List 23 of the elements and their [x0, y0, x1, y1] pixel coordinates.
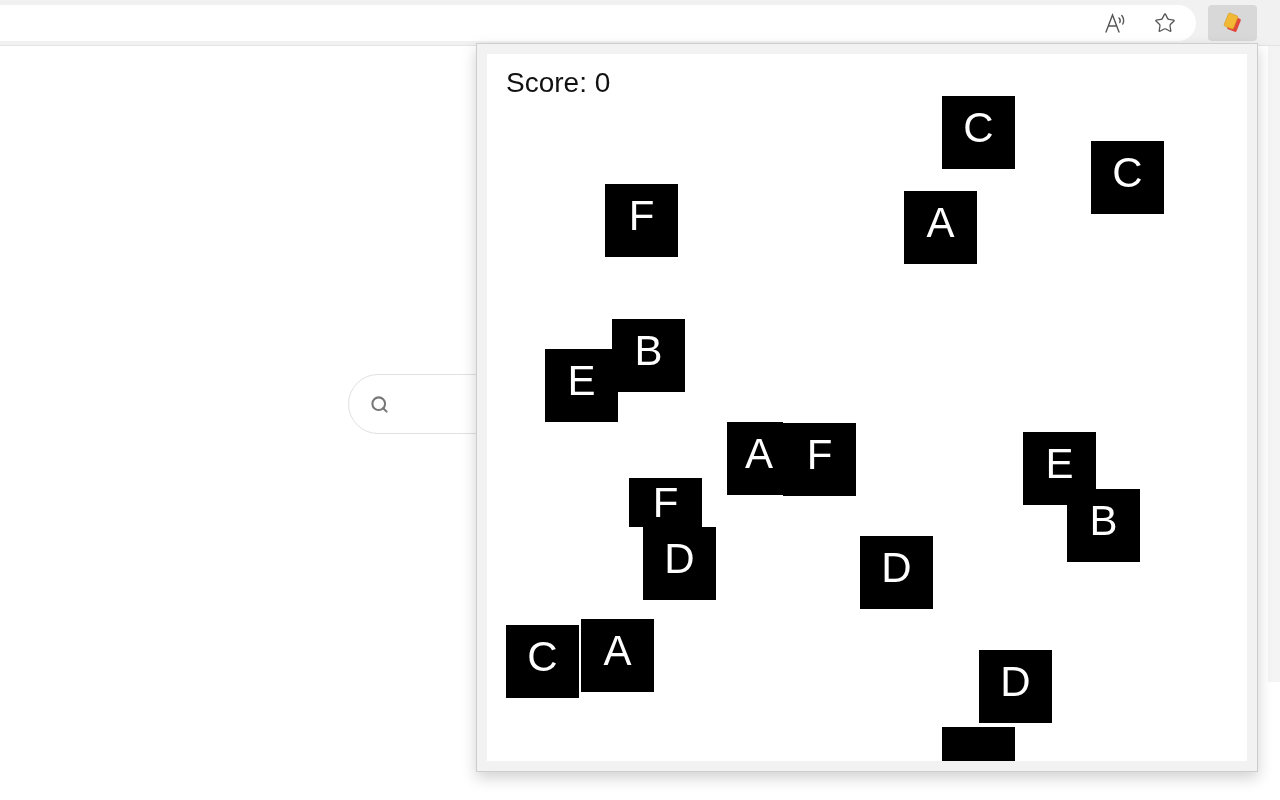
- letter-tile[interactable]: C: [1091, 141, 1164, 214]
- letter-tile[interactable]: A: [904, 191, 977, 264]
- extension-button[interactable]: [1208, 4, 1257, 41]
- letter-tile[interactable]: A: [727, 422, 783, 495]
- letter-tile[interactable]: E: [545, 349, 618, 422]
- letter-tile[interactable]: C: [942, 96, 1015, 169]
- letter-tile[interactable]: F: [783, 423, 856, 496]
- letter-tile[interactable]: D: [860, 536, 933, 609]
- letter-tile[interactable]: C: [506, 625, 579, 698]
- letter-tile[interactable]: E: [1023, 432, 1096, 505]
- search-icon: [370, 394, 389, 414]
- score-label: Score: 0: [506, 67, 611, 99]
- letter-tile[interactable]: B: [612, 319, 685, 392]
- letter-tile[interactable]: D: [643, 527, 716, 600]
- scrollbar[interactable]: [1268, 46, 1280, 682]
- letter-tile[interactable]: B: [1067, 489, 1140, 562]
- read-aloud-icon[interactable]: [1105, 12, 1127, 33]
- letter-tile[interactable]: D: [979, 650, 1052, 723]
- letter-tile[interactable]: F: [629, 478, 702, 527]
- letter-tile[interactable]: F: [605, 184, 678, 257]
- star-icon[interactable]: [1154, 11, 1176, 34]
- letter-tile[interactable]: A: [581, 619, 654, 692]
- cards-icon: [1222, 11, 1243, 34]
